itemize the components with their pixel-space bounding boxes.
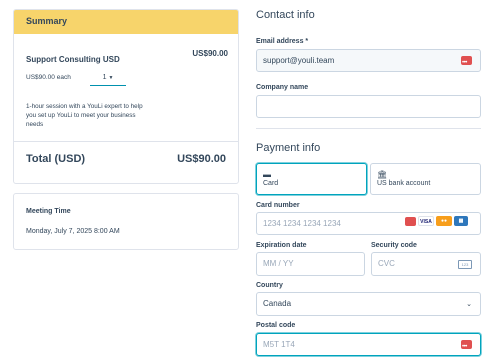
total-label: Total (USD) [26, 153, 86, 165]
tab-card[interactable]: ▬ Card [256, 163, 367, 195]
card-brands: VISA ●● ▦ [405, 214, 468, 226]
expiration-placeholder: MM / YY [263, 259, 294, 268]
security-code-placeholder: CVC [378, 259, 395, 268]
password-manager-icon[interactable] [461, 337, 472, 358]
item-description: 1-hour session with a YouLi expert to he… [26, 103, 143, 128]
visa-icon: VISA [418, 216, 434, 226]
company-label: Company name [256, 84, 309, 91]
expiration-label: Expiration date [256, 242, 307, 249]
meeting-title: Meeting Time [26, 208, 71, 215]
postal-code-field[interactable]: M5T 1T4 [256, 333, 481, 358]
company-field[interactable] [256, 95, 481, 118]
mastercard-icon: ●● [436, 216, 452, 226]
country-select[interactable]: Canada ⌄ [256, 292, 481, 316]
summary-header: Summary [14, 10, 238, 34]
country-label: Country [256, 282, 283, 289]
tab-bank-label: US bank account [377, 180, 431, 187]
chevron-down-icon: ▼ [108, 75, 114, 81]
credit-card-icon: ▬ [263, 170, 271, 179]
quantity-selector[interactable]: 1 ▼ [90, 72, 126, 86]
item-name: Support Consulting USD [26, 55, 120, 64]
section-divider [256, 128, 481, 129]
contact-info-title: Contact info [256, 9, 315, 21]
postal-code-placeholder: M5T 1T4 [263, 340, 295, 349]
postal-code-label: Postal code [256, 322, 296, 329]
divider [14, 141, 238, 142]
tab-us-bank-account[interactable]: 🏛 US bank account [370, 163, 481, 195]
email-label: Email address * [256, 38, 309, 45]
country-value: Canada [263, 299, 292, 308]
chevron-down-icon: ⌄ [466, 301, 472, 308]
security-code-label: Security code [371, 242, 417, 249]
password-manager-icon[interactable] [405, 214, 416, 226]
meeting-card: Meeting Time Monday, July 7, 2025 8:00 A… [13, 193, 239, 250]
tab-card-label: Card [263, 180, 279, 187]
summary-card: Summary Support Consulting USD US$90.00 … [13, 9, 239, 184]
item-price: US$90.00 [192, 49, 228, 58]
password-manager-icon[interactable] [461, 53, 472, 74]
card-number-label: Card number [256, 202, 300, 209]
amex-icon: ▦ [454, 216, 468, 226]
line-item: Support Consulting USD US$90.00 [26, 49, 228, 67]
unit-price: US$90.00 each [26, 74, 71, 81]
meeting-date: Monday, July 7, 2025 8:00 AM [26, 228, 120, 235]
email-value: support@youli.team [263, 56, 335, 65]
quantity-value: 1 [102, 74, 107, 81]
expiration-field[interactable]: MM / YY [256, 252, 365, 276]
security-code-field[interactable]: CVC 123 [371, 252, 481, 276]
email-field[interactable]: support@youli.team [256, 49, 481, 74]
total-value: US$90.00 [177, 153, 226, 165]
payment-info-title: Payment info [256, 142, 321, 154]
cvc-card-icon: 123 [458, 260, 472, 269]
card-number-placeholder: 1234 1234 1234 1234 [263, 219, 341, 228]
bank-icon: 🏛 [377, 170, 388, 179]
